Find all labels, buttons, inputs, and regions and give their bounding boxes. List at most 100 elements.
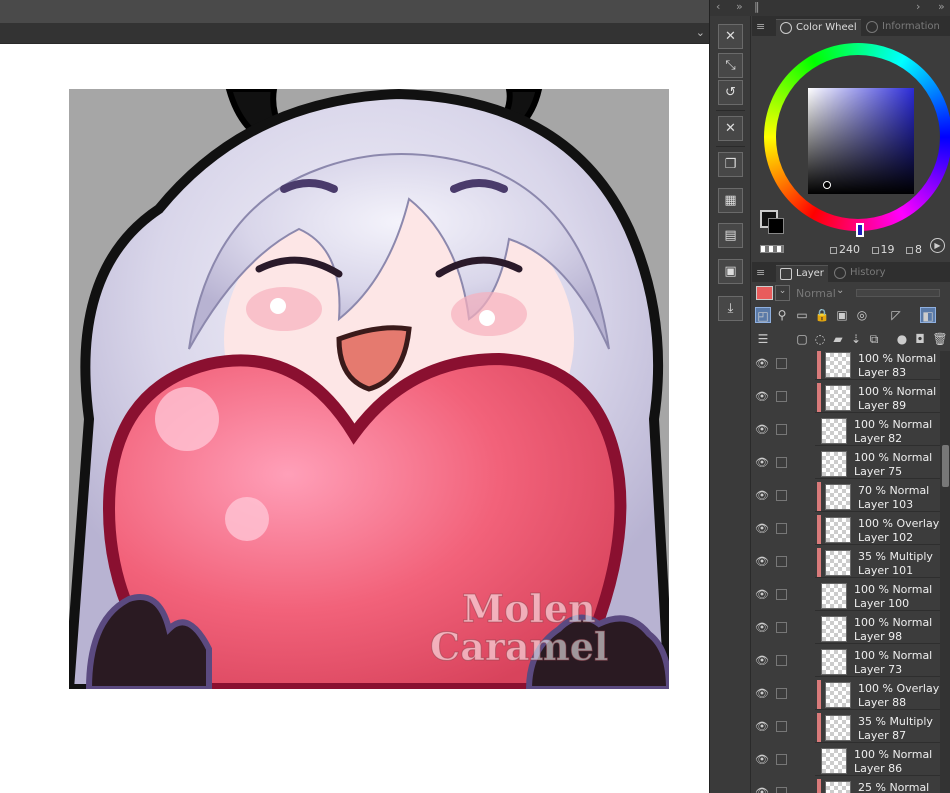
tab-color-wheel[interactable]: Color Wheel xyxy=(776,19,861,36)
layer-row[interactable]: 👁 35 % Multiply Layer 101 xyxy=(752,546,942,579)
layer-select-checkbox[interactable] xyxy=(776,523,787,534)
eye-icon[interactable]: 👁 xyxy=(754,654,770,668)
layer-row[interactable]: 👁 35 % Multiply Layer 87 xyxy=(752,711,942,744)
eye-icon[interactable]: 👁 xyxy=(754,522,770,536)
mask-icon[interactable]: ◎ xyxy=(854,307,870,323)
layer-select-checkbox[interactable] xyxy=(776,589,787,600)
layer-select-checkbox[interactable] xyxy=(776,721,787,732)
eye-icon[interactable]: 👁 xyxy=(754,720,770,734)
layer-cell[interactable]: 100 % Normal Layer 82 xyxy=(815,415,942,446)
saturation-value-square[interactable] xyxy=(808,88,914,194)
layer-select-checkbox[interactable] xyxy=(776,457,787,468)
layer-cell[interactable]: 100 % Overlay Layer 88 xyxy=(815,679,942,710)
hue-marker[interactable] xyxy=(856,223,864,237)
new-folder-icon[interactable]: ▰ xyxy=(830,331,846,347)
eye-icon[interactable]: 👁 xyxy=(754,555,770,569)
layer-settings-icon[interactable]: ▤ xyxy=(718,223,743,248)
layer-cell[interactable]: 100 % Normal Layer 98 xyxy=(815,613,942,644)
layer-row[interactable]: 👁 100 % Normal Layer 83 xyxy=(752,351,942,381)
lock-transparency-icon[interactable]: ▣ xyxy=(834,307,850,323)
canvas-artwork[interactable]: Molen Caramel xyxy=(69,89,669,689)
clear-selection-icon[interactable]: ✕ xyxy=(718,116,743,141)
chevron-left-icon[interactable]: ‹ xyxy=(716,0,720,13)
sub-color-swatch[interactable] xyxy=(768,218,784,234)
layer-select-checkbox[interactable] xyxy=(776,688,787,699)
clear-icon[interactable]: ✕ xyxy=(718,24,743,49)
trash-icon[interactable]: 🗑 xyxy=(932,331,948,347)
transfer-down-icon[interactable]: ⇣ xyxy=(848,331,864,347)
transform-icon[interactable]: ⤡ xyxy=(718,53,743,78)
layer-select-checkbox[interactable] xyxy=(776,556,787,567)
layer-row[interactable]: 👁 100 % NormalLayer 73▞ xyxy=(752,645,942,678)
layer-cell[interactable]: 100 % Normal Layer 86 xyxy=(815,745,942,776)
play-icon[interactable]: ▶ xyxy=(930,238,945,253)
eye-icon[interactable]: 👁 xyxy=(754,390,770,404)
tab-information[interactable]: Information xyxy=(862,19,944,36)
layer-cell[interactable]: 100 % Normal Layer 83 xyxy=(815,351,942,380)
menu-icon[interactable]: ≡ xyxy=(756,20,765,33)
layer-cell[interactable]: 35 % Multiply Layer 101 xyxy=(815,547,942,578)
lock-icon[interactable]: 🔒 xyxy=(814,307,830,323)
layer-cell[interactable]: 25 % Normal xyxy=(815,778,942,793)
layer-select-checkbox[interactable] xyxy=(776,358,787,369)
clip-layer-icon[interactable]: ◰ xyxy=(755,307,771,323)
eye-icon[interactable]: 👁 xyxy=(754,357,770,371)
layer-select-checkbox[interactable] xyxy=(776,622,787,633)
layer-cell[interactable]: 100 % Normal Layer 75 xyxy=(815,448,942,479)
eye-icon[interactable]: 👁 xyxy=(754,423,770,437)
eye-icon[interactable]: 👁 xyxy=(754,687,770,701)
layer-select-checkbox[interactable] xyxy=(776,490,787,501)
layer-select-checkbox[interactable] xyxy=(776,787,787,793)
eye-icon[interactable]: 👁 xyxy=(754,786,770,793)
layer-select-checkbox[interactable] xyxy=(776,655,787,666)
layer-cell[interactable]: 35 % Multiply Layer 87 xyxy=(815,712,942,743)
layer-cell[interactable]: 100 % NormalLayer 89▞ xyxy=(815,382,942,413)
chevron-down-icon[interactable]: ⌄ xyxy=(836,285,844,296)
reference-layer-icon[interactable]: ⚲ xyxy=(774,307,790,323)
layer-select-checkbox[interactable] xyxy=(776,754,787,765)
layer-color-icon[interactable]: ◧ xyxy=(920,307,936,323)
layer-row[interactable]: 👁 100 % Normal Layer 98 xyxy=(752,612,942,645)
eye-icon[interactable]: 👁 xyxy=(754,753,770,767)
layer-row[interactable]: 👁 100 % Normal Layer 86 xyxy=(752,744,942,777)
merge-down-icon[interactable]: ⧉ xyxy=(866,331,882,347)
scroll-thumb[interactable] xyxy=(942,445,949,487)
export-icon[interactable]: ⤓ xyxy=(718,296,743,321)
layer-cell[interactable]: 100 % NormalLayer 73▞ xyxy=(815,646,942,677)
chevron-down-icon[interactable]: ⌄ xyxy=(696,26,705,39)
new-raster-layer-icon[interactable]: ▢ xyxy=(794,331,810,347)
layer-row[interactable]: 👁 100 % NormalLayer 89▞ xyxy=(752,381,942,414)
double-chevron-right-icon[interactable]: » xyxy=(736,0,743,13)
layer-row[interactable]: 👁 100 % Overlay Layer 88 xyxy=(752,678,942,711)
rotate-icon[interactable]: ↺ xyxy=(718,80,743,105)
eye-icon[interactable]: 👁 xyxy=(754,621,770,635)
eye-icon[interactable]: 👁 xyxy=(754,588,770,602)
layer-row[interactable]: 👁 100 % Normal Layer 100 xyxy=(752,579,942,612)
transparency-icon[interactable]: ▦ xyxy=(718,188,743,213)
grip-icon[interactable]: ‖ xyxy=(754,0,760,13)
chevron-down-icon[interactable]: ⌄ xyxy=(775,285,790,301)
apply-mask-icon[interactable]: ◘ xyxy=(912,331,928,347)
layer-row[interactable]: 👁 100 % Normal Layer 82 xyxy=(752,414,942,447)
layer-color-swatch[interactable] xyxy=(756,286,773,300)
layer-cell[interactable]: 100 % Normal Layer 100 xyxy=(815,580,942,611)
create-mask-icon[interactable]: ● xyxy=(894,331,910,347)
new-vector-layer-icon[interactable]: ◌ xyxy=(812,331,828,347)
layer-row[interactable]: 👁 100 % Normal Layer 75 xyxy=(752,447,942,480)
layer-row[interactable]: 👁 100 % Overlay Layer 102 xyxy=(752,513,942,546)
eye-icon[interactable]: 👁 xyxy=(754,489,770,503)
layer-scrollbar[interactable] xyxy=(940,351,950,793)
collapse-dock-icon[interactable]: » xyxy=(938,0,945,13)
blend-mode-select[interactable]: Normal xyxy=(796,287,836,300)
layer-cell[interactable]: 100 % Overlay Layer 102 xyxy=(815,514,942,545)
layer-select-checkbox[interactable] xyxy=(776,424,787,435)
eye-icon[interactable]: 👁 xyxy=(754,456,770,470)
tab-layer[interactable]: Layer xyxy=(776,265,828,282)
ruler-icon[interactable]: ◸ xyxy=(888,307,904,323)
layer-row[interactable]: 👁 25 % Normal xyxy=(752,777,940,793)
draft-layer-icon[interactable]: ▭ xyxy=(794,307,810,323)
copy-layer-icon[interactable]: ❐ xyxy=(718,152,743,177)
layer-list-icon[interactable]: ☰ xyxy=(755,331,771,347)
sv-cursor[interactable] xyxy=(823,181,831,189)
menu-icon[interactable]: ≡ xyxy=(756,266,765,279)
